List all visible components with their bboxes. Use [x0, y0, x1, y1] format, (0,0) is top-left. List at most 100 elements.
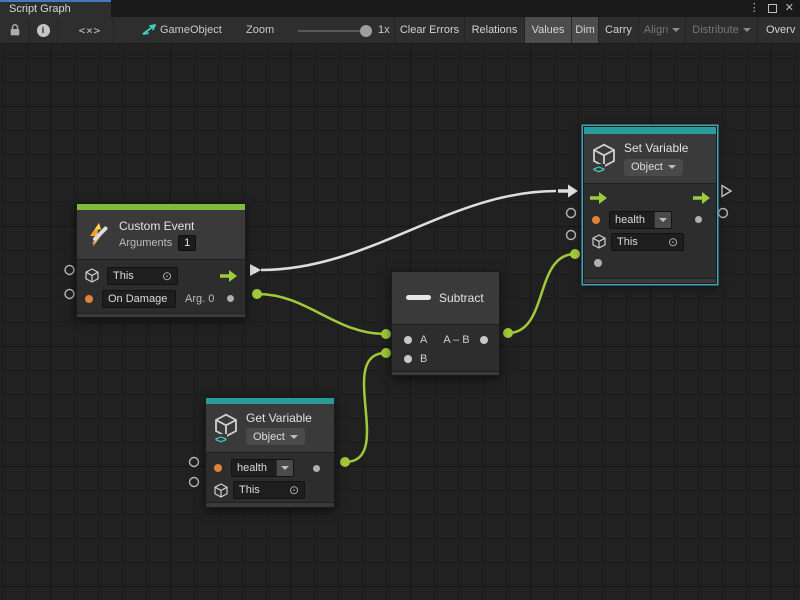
value-output-port[interactable] — [695, 216, 702, 223]
target-field[interactable]: This ⊙ — [107, 267, 178, 285]
variable-cube-icon: <> — [592, 143, 616, 173]
node-custom-event[interactable]: Custom Event Arguments 1 This ⊙ — [76, 203, 246, 318]
target-value: This — [617, 236, 638, 248]
variable-colorbar — [584, 127, 716, 134]
target-field[interactable]: This ⊙ — [233, 481, 305, 499]
object-picker-icon[interactable]: ⊙ — [162, 269, 172, 283]
close-icon[interactable]: ✕ — [785, 0, 794, 17]
toolbar-separator — [113, 18, 114, 43]
input-b-label: B — [420, 353, 427, 365]
node-title: Custom Event — [119, 219, 196, 233]
arg0-output-port[interactable] — [227, 295, 234, 302]
custom-event-body: This ⊙ On Damage Arg. 0 — [77, 259, 245, 313]
gameobject-label: GameObject — [160, 17, 222, 43]
gameobject-cube-icon — [214, 483, 228, 498]
value-output-port[interactable] — [313, 465, 320, 472]
input-b-port[interactable] — [404, 355, 412, 363]
node-title: Get Variable — [246, 411, 312, 425]
input-a-port[interactable] — [404, 336, 412, 344]
get-variable-header: <> Get Variable Object — [206, 404, 334, 452]
new-value-input-port[interactable] — [594, 259, 602, 267]
object-picker-icon[interactable]: ⊙ — [289, 483, 299, 497]
variable-scope-dropdown[interactable]: Object — [246, 428, 305, 445]
chevron-down-icon — [290, 435, 298, 439]
target-value: This — [113, 270, 134, 282]
arg0-label: Arg. 0 — [185, 293, 214, 305]
value-port-orange[interactable] — [85, 295, 93, 303]
arguments-count-input[interactable]: 1 — [178, 235, 196, 251]
variable-name-value: health — [232, 460, 276, 476]
code-icon[interactable]: <×> — [70, 17, 110, 43]
values-toggle-button[interactable]: Values — [524, 17, 571, 43]
value-port-orange[interactable] — [592, 216, 600, 224]
node-get-variable[interactable]: <> Get Variable Object health — [205, 397, 335, 508]
relations-button[interactable]: Relations — [464, 17, 524, 43]
flow-output-port[interactable] — [220, 270, 237, 282]
zoom-value: 1x — [378, 17, 390, 43]
subtract-footer — [392, 371, 499, 376]
set-variable-footer — [584, 278, 716, 284]
gameobject-cube-icon — [85, 268, 99, 283]
variable-cube-icon: <> — [214, 413, 238, 443]
event-name-value: On Damage — [108, 293, 167, 305]
align-label: Align — [644, 24, 668, 36]
toolbar-separator — [57, 18, 58, 43]
object-picker-icon[interactable]: ⊙ — [668, 235, 678, 249]
lock-icon[interactable] — [6, 17, 24, 43]
graph-toolbar: i <×> GameObject Zoom 1x Clear Errors Re… — [0, 17, 800, 44]
flow-input-port[interactable] — [590, 192, 607, 204]
subtract-body: A A – B B — [392, 324, 499, 371]
event-name-field[interactable]: On Damage — [102, 290, 176, 308]
info-icon[interactable]: i — [31, 17, 55, 43]
variable-name-dropdown[interactable]: health — [231, 459, 294, 477]
maximize-icon[interactable] — [768, 4, 777, 13]
get-variable-body: health This ⊙ — [206, 452, 334, 502]
flow-output-port[interactable] — [693, 192, 710, 204]
subtract-icon — [406, 295, 431, 300]
set-variable-header: <> Set Variable Object — [584, 134, 716, 183]
result-label: A – B — [443, 334, 469, 346]
chevron-down-icon — [281, 466, 289, 470]
target-field[interactable]: This ⊙ — [611, 233, 684, 251]
window-controls: ⋮ ✕ — [749, 0, 800, 17]
distribute-dropdown-button[interactable]: Distribute — [685, 17, 757, 43]
node-set-variable[interactable]: <> Set Variable Object — [583, 126, 717, 284]
chevron-down-icon — [668, 165, 676, 169]
set-variable-body: health This ⊙ — [584, 183, 716, 278]
variable-scope-dropdown[interactable]: Object — [624, 159, 683, 176]
script-graph-window: Script Graph ⋮ ✕ i <×> GameObject — [0, 0, 800, 600]
custom-event-footer — [77, 313, 245, 317]
toolbar-separator — [28, 18, 29, 43]
node-subtract[interactable]: Subtract A A – B B — [391, 271, 500, 376]
chevron-down-icon — [659, 218, 667, 222]
tab-strip: Script Graph ⋮ ✕ — [0, 0, 800, 17]
target-value: This — [239, 484, 260, 496]
input-a-label: A — [420, 334, 427, 346]
value-port-orange[interactable] — [214, 464, 222, 472]
chevron-down-icon — [743, 28, 751, 32]
get-variable-footer — [206, 502, 334, 507]
variable-name-dropdown[interactable]: health — [609, 211, 672, 229]
custom-event-icon — [85, 222, 111, 248]
chevron-down-icon — [672, 28, 680, 32]
arguments-label: Arguments — [119, 237, 172, 249]
gameobject-cube-icon — [592, 234, 606, 249]
kebab-menu-icon[interactable]: ⋮ — [749, 0, 760, 17]
scope-value: Object — [631, 161, 663, 173]
custom-event-header: Custom Event Arguments 1 — [77, 210, 245, 259]
node-title: Set Variable — [624, 141, 688, 155]
align-dropdown-button[interactable]: Align — [638, 17, 685, 43]
result-output-port[interactable] — [480, 336, 488, 344]
distribute-label: Distribute — [692, 24, 738, 36]
dim-toggle-button[interactable]: Dim — [571, 17, 598, 43]
tab-script-graph[interactable]: Script Graph — [0, 0, 111, 17]
zoom-slider-handle[interactable] — [360, 25, 372, 37]
overview-button[interactable]: Overv — [757, 17, 800, 43]
script-graph-asset-icon — [141, 17, 157, 43]
clear-errors-button[interactable]: Clear Errors — [394, 17, 464, 43]
zoom-label: Zoom — [246, 17, 274, 43]
carry-button[interactable]: Carry — [598, 17, 638, 43]
subtract-header: Subtract — [392, 272, 499, 324]
variable-name-value: health — [610, 212, 654, 228]
scope-value: Object — [253, 431, 285, 443]
